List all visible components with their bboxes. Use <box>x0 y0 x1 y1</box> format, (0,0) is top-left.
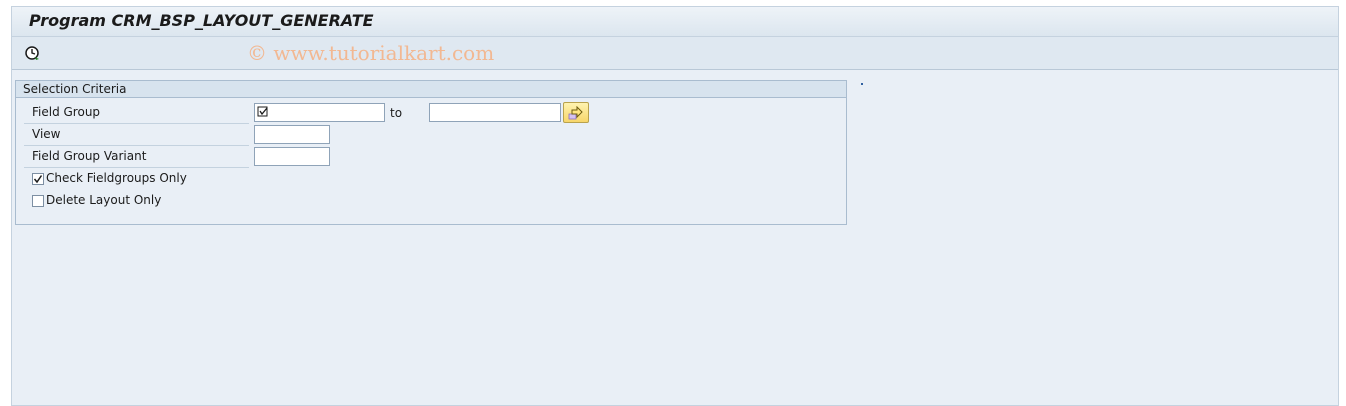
view-row: View <box>24 124 844 146</box>
selection-criteria-group: Selection Criteria Field Group to View F… <box>15 80 847 225</box>
checkmark-icon <box>33 175 43 184</box>
field-group-to-input[interactable] <box>429 103 561 122</box>
field-group-label: Field Group <box>32 105 101 119</box>
group-title: Selection Criteria <box>23 82 127 96</box>
field-group-row: Field Group to <box>24 102 844 124</box>
delete-layout-only-checkbox[interactable] <box>32 195 44 207</box>
delete-layout-only-row: Delete Layout Only <box>24 191 424 213</box>
view-input[interactable] <box>254 125 330 144</box>
check-fieldgroups-only-checkbox[interactable] <box>32 173 44 185</box>
status-dot <box>861 83 863 85</box>
field-group-variant-label: Field Group Variant <box>32 149 147 163</box>
label-underline <box>24 167 249 168</box>
arrow-right-icon <box>568 105 583 119</box>
to-label: to <box>390 106 403 120</box>
check-fieldgroups-only-label: Check Fieldgroups Only <box>46 171 187 185</box>
delete-layout-only-label: Delete Layout Only <box>46 193 162 207</box>
field-group-from-input[interactable] <box>254 103 385 122</box>
watermark-text: © www.tutorialkart.com <box>247 41 495 65</box>
page-title: Program CRM_BSP_LAYOUT_GENERATE <box>29 11 374 30</box>
execute-clock-icon <box>25 46 39 60</box>
field-group-variant-input[interactable] <box>254 147 330 166</box>
select-option-icon[interactable] <box>257 106 269 118</box>
sap-window: Program CRM_BSP_LAYOUT_GENERATE © www.tu… <box>11 6 1339 406</box>
group-header: Selection Criteria <box>16 81 846 98</box>
multiple-selection-button[interactable] <box>563 102 589 123</box>
check-fieldgroups-only-row: Check Fieldgroups Only <box>24 169 424 191</box>
field-group-variant-row: Field Group Variant <box>24 146 844 168</box>
application-toolbar: © www.tutorialkart.com <box>12 37 1338 70</box>
title-bar: Program CRM_BSP_LAYOUT_GENERATE <box>12 7 1338 37</box>
view-label: View <box>32 127 61 141</box>
execute-button[interactable] <box>23 44 41 62</box>
